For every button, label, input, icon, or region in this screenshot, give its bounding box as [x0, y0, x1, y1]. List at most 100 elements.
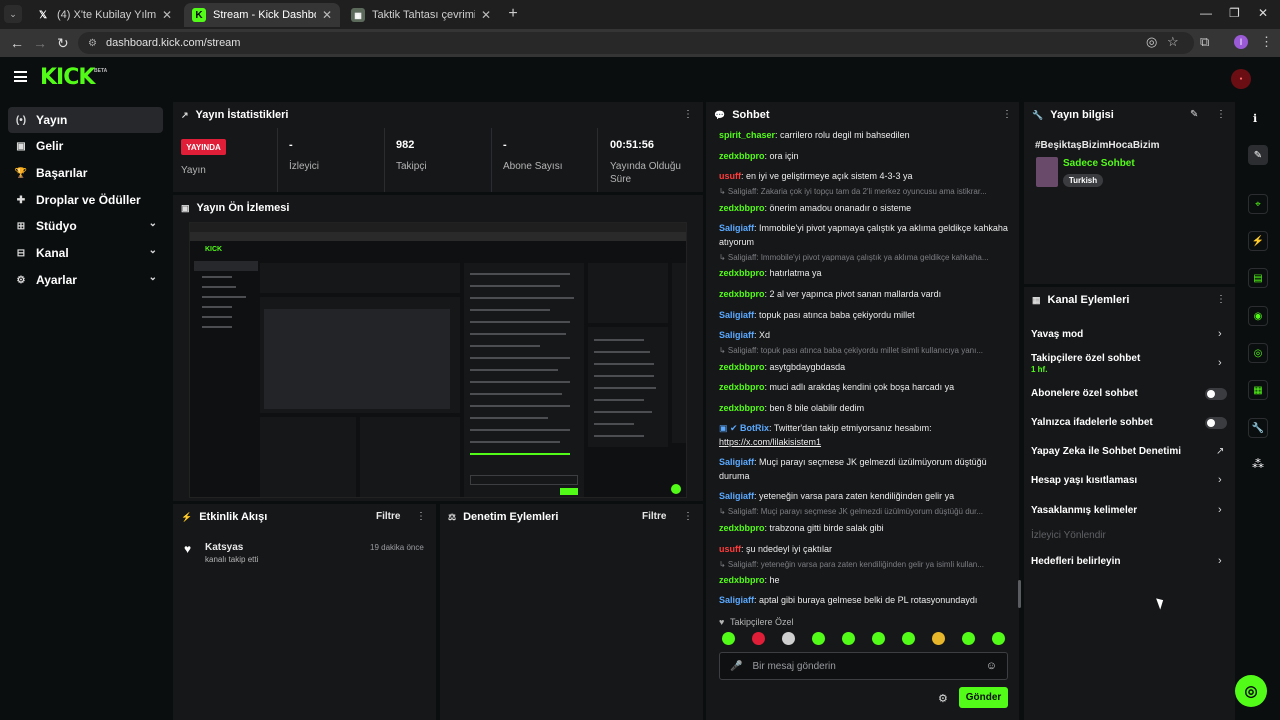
chat-scrollbar[interactable] [1018, 580, 1021, 608]
chat-username[interactable]: zedxbbpro [719, 203, 765, 213]
more-options-icon[interactable]: ⋮ [1216, 294, 1226, 305]
emote-icon[interactable] [932, 632, 945, 645]
external-link-icon[interactable]: ↗ [1216, 446, 1224, 457]
chat-username[interactable]: zedxbbpro [719, 575, 765, 585]
sidebar-item-gelir[interactable]: ▣ Gelir [8, 133, 163, 159]
chat-username[interactable]: spirit_chaser [719, 130, 775, 140]
more-options-icon[interactable]: ⋮ [1002, 109, 1012, 120]
chevron-right-icon[interactable]: › [1218, 474, 1222, 486]
edit-icon[interactable]: ✎ [1248, 145, 1268, 165]
edit-pencil-icon[interactable]: ✎ [1190, 109, 1198, 120]
info-icon[interactable]: ℹ [1253, 112, 1257, 125]
extensions-icon[interactable]: ⧉ [1200, 34, 1209, 50]
chat-username[interactable]: zedxbbpro [719, 362, 765, 372]
bookmark-star-icon[interactable]: ☆ [1167, 34, 1179, 50]
chat-settings-icon[interactable]: ⚙ [938, 692, 948, 705]
browser-menu-icon[interactable]: ⋮ [1260, 34, 1273, 50]
tab-kick-dashboard[interactable]: K Stream - Kick Dashboard ✕ [184, 3, 340, 27]
chat-username[interactable]: Saligiaff [719, 330, 754, 340]
layout-icon[interactable]: ▦ [1248, 380, 1268, 400]
chat-username[interactable]: Saligiaff [719, 223, 754, 233]
address-bar[interactable]: ⚙ dashboard.kick.com/stream [78, 32, 1194, 54]
focus-icon[interactable]: ⌖ [1248, 194, 1268, 214]
close-window-icon[interactable]: ✕ [1258, 6, 1268, 20]
close-icon[interactable]: ✕ [162, 8, 172, 22]
chat-username[interactable]: BotRix [740, 423, 769, 433]
chevron-right-icon[interactable]: › [1218, 504, 1222, 516]
emote-icon[interactable] [722, 632, 735, 645]
chat-username[interactable]: Saligiaff [719, 491, 754, 501]
emote-icon[interactable] [782, 632, 795, 645]
emoji-icon[interactable]: ☺ [986, 660, 997, 672]
sidebar-item-studyo[interactable]: ⊞ Stüdyo ⌄ [8, 213, 163, 239]
more-options-icon[interactable]: ⋮ [416, 511, 426, 522]
chat-bubble-icon[interactable]: ◉ [1248, 306, 1268, 326]
banned-words-action[interactable]: Yasaklanmış kelimeler [1031, 505, 1137, 516]
document-icon[interactable]: ▤ [1248, 268, 1268, 288]
chat-message-input[interactable]: 🎤 Bir mesaj gönderin ☺ [719, 652, 1008, 680]
kick-logo[interactable]: KICK [40, 65, 95, 90]
emote-icon[interactable] [752, 632, 765, 645]
chat-username[interactable]: Saligiaff [719, 310, 754, 320]
emote-icon[interactable] [962, 632, 975, 645]
followers-chat-action[interactable]: Takipçilere özel sohbet [1031, 353, 1140, 364]
apps-icon[interactable]: ⁂ [1252, 457, 1264, 471]
slow-mode-action[interactable]: Yavaş mod [1031, 329, 1083, 340]
chevron-right-icon[interactable]: › [1218, 555, 1222, 567]
new-tab-icon[interactable]: + [504, 5, 522, 23]
tab-x[interactable]: 𝕏 (4) X'te Kubilay Yılmaz: "He x-O ✕ [28, 3, 180, 27]
sidebar-item-kanal[interactable]: ⊟ Kanal ⌄ [8, 240, 163, 266]
emote-icon[interactable] [842, 632, 855, 645]
minimize-icon[interactable]: — [1200, 6, 1212, 20]
chat-username[interactable]: usuff [719, 171, 741, 181]
chat-username[interactable]: zedxbbpro [719, 382, 765, 392]
emote-icon[interactable] [872, 632, 885, 645]
chat-username[interactable]: Saligiaff [719, 595, 754, 605]
chat-link[interactable]: https://x.com/lilakisistem1 [719, 437, 821, 447]
chat-username[interactable]: usuff [719, 544, 741, 554]
chat-username[interactable]: zedxbbpro [719, 289, 765, 299]
set-goals-action[interactable]: Hedefleri belirleyin [1031, 556, 1120, 567]
category-name[interactable]: Sadece Sohbet [1063, 158, 1135, 169]
chat-username[interactable]: zedxbbpro [719, 151, 765, 161]
send-button[interactable]: Gönder [959, 687, 1008, 708]
broadcast-icon[interactable]: ◎ [1248, 343, 1268, 363]
close-icon[interactable]: ✕ [481, 8, 491, 22]
back-icon[interactable]: ← [10, 35, 24, 51]
hamburger-menu-icon[interactable] [14, 71, 27, 82]
sidebar-item-yayin[interactable]: (•) Yayın [8, 107, 163, 133]
help-support-icon[interactable]: ◎ [1235, 675, 1267, 707]
microphone-icon[interactable]: 🎤 [730, 661, 742, 672]
emote-icon[interactable] [812, 632, 825, 645]
restore-icon[interactable]: ❐ [1229, 6, 1240, 20]
close-icon[interactable]: ✕ [322, 8, 332, 22]
eye-off-icon[interactable]: ◎ [1146, 34, 1157, 50]
more-options-icon[interactable]: ⋮ [683, 511, 693, 522]
reload-icon[interactable]: ↻ [57, 35, 69, 52]
sidebar-item-ayarlar[interactable]: ⚙ Ayarlar ⌄ [8, 267, 163, 293]
user-avatar[interactable]: ● [1231, 69, 1251, 89]
subs-chat-toggle[interactable] [1205, 388, 1227, 400]
sidebar-item-basarilar[interactable]: 🏆 Başarılar [8, 160, 163, 186]
more-options-icon[interactable]: ⋮ [683, 109, 693, 120]
chat-username[interactable]: zedxbbpro [719, 268, 765, 278]
profile-avatar[interactable]: I [1234, 35, 1248, 49]
chevron-right-icon[interactable]: › [1218, 357, 1222, 369]
tab-search-icon[interactable]: ⌄ [4, 5, 22, 23]
chat-username[interactable]: zedxbbpro [719, 523, 765, 533]
more-options-icon[interactable]: ⋮ [1216, 109, 1226, 120]
event-user[interactable]: Katsyas [205, 542, 243, 553]
chat-username[interactable]: Saligiaff [719, 457, 754, 467]
emote-icon[interactable] [902, 632, 915, 645]
age-restriction-action[interactable]: Hesap yaşı kısıtlaması [1031, 475, 1137, 486]
tab-tactics[interactable]: ▦ Taktik Tahtası çevrimiçi - Futbol ✕ [343, 3, 499, 27]
site-info-icon[interactable]: ⚙ [88, 38, 97, 49]
wrench-icon[interactable]: 🔧 [1248, 418, 1268, 438]
forward-icon[interactable]: → [33, 35, 47, 51]
chat-username[interactable]: zedxbbpro [719, 403, 765, 413]
chevron-right-icon[interactable]: › [1218, 328, 1222, 340]
lightning-icon[interactable]: ⚡ [1248, 231, 1268, 251]
emote-chat-toggle[interactable] [1205, 417, 1227, 429]
sidebar-item-droplar[interactable]: ✚ Droplar ve Ödüller [8, 187, 163, 213]
ai-moderation-action[interactable]: Yapay Zeka ile Sohbet Denetimi [1031, 446, 1181, 457]
